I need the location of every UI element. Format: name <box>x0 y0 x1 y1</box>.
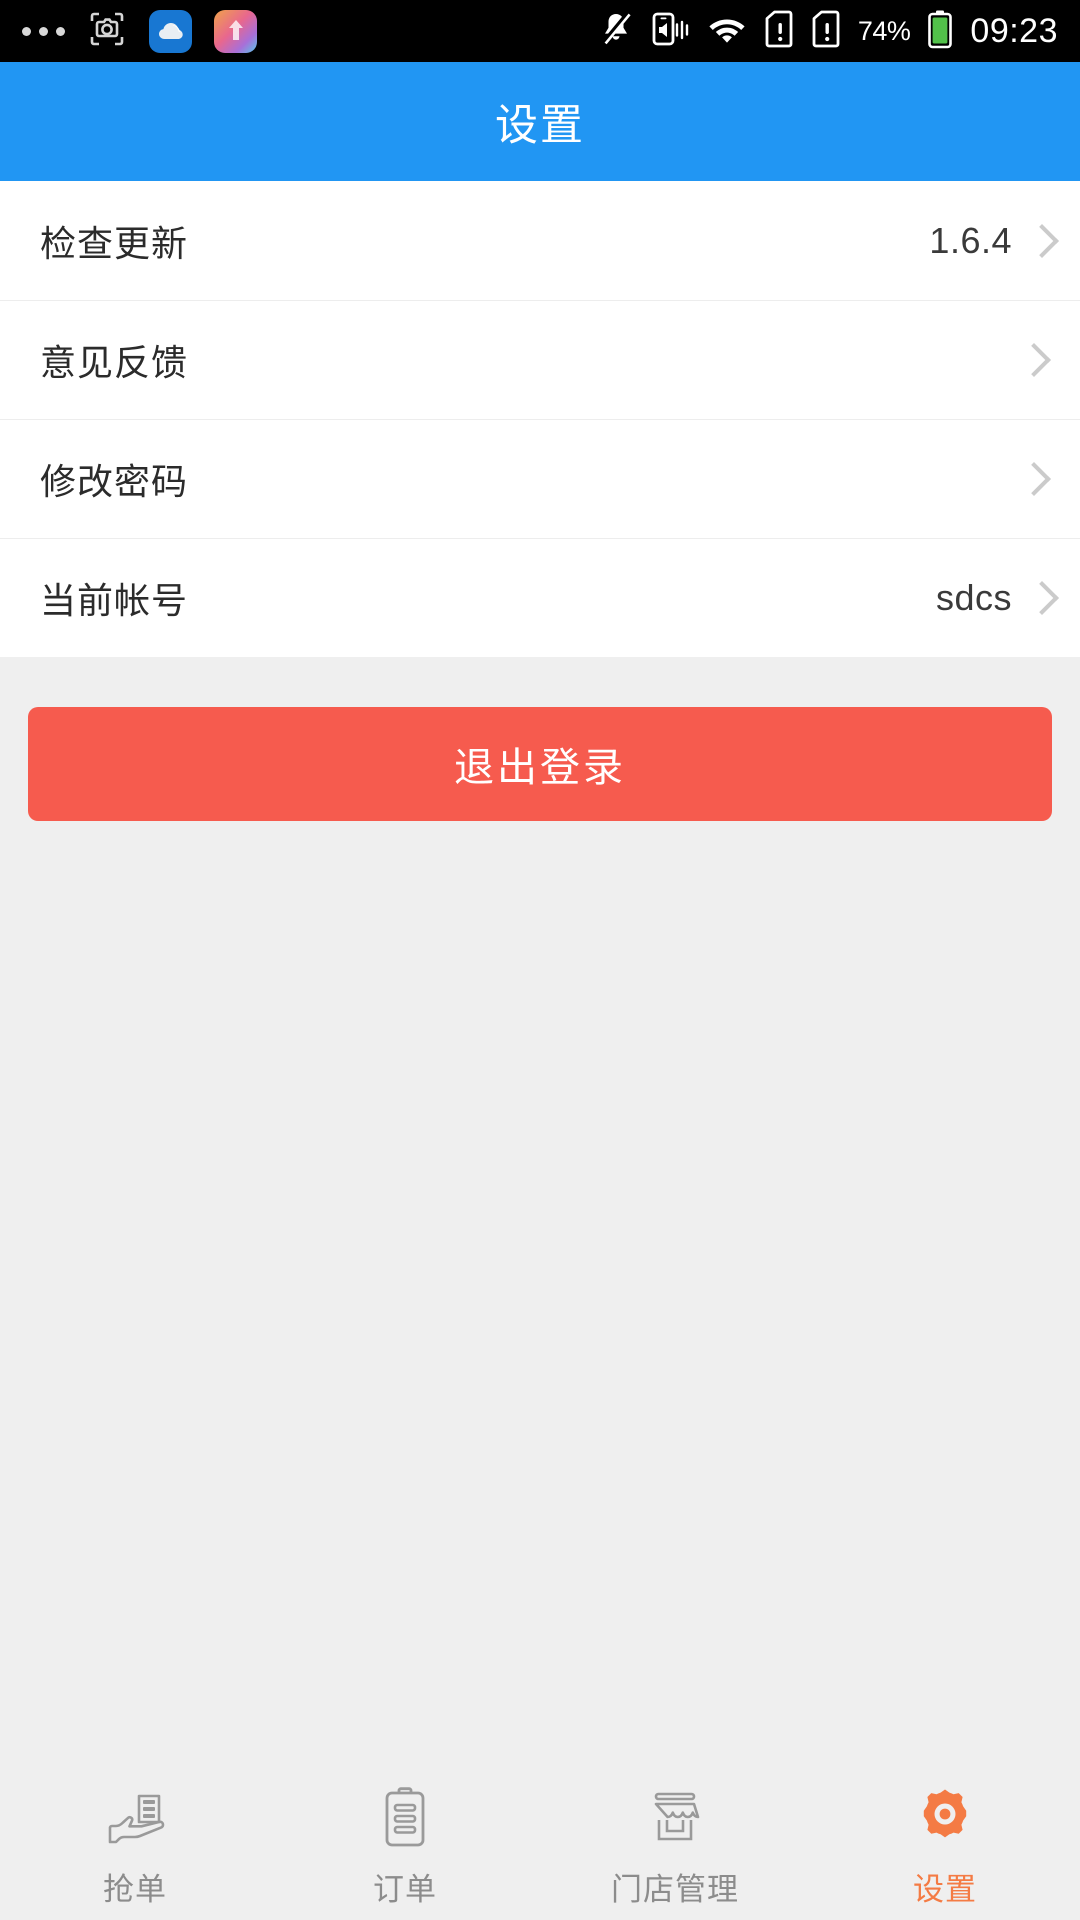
chevron-right-icon <box>1030 580 1050 616</box>
current-account-value: sdcs <box>935 576 1012 618</box>
status-bar-clock: 09:23 <box>970 11 1058 50</box>
chevron-right-icon <box>1030 223 1050 259</box>
sim-card-alert-icon <box>764 10 794 53</box>
logout-button[interactable]: 退出登录 <box>28 707 1052 821</box>
settings-row-right: 1.6.4 <box>929 220 1050 262</box>
settings-list: 检查更新 1.6.4 意见反馈 修改密码 当前帐号 sdcs <box>0 181 1080 657</box>
settings-row-right: sdcs <box>936 577 1050 619</box>
cloud-app-icon <box>149 9 192 53</box>
settings-row-label: 意见反馈 <box>40 341 189 383</box>
phone-vibrate-icon <box>650 10 690 53</box>
tab-grab-order[interactable]: 抢单 <box>0 1782 270 1909</box>
logout-button-label: 退出登录 <box>454 746 626 790</box>
app-version-value: 1.6.4 <box>929 219 1012 261</box>
hand-holding-order-icon <box>99 1782 171 1854</box>
settings-row-check-update[interactable]: 检查更新 1.6.4 <box>0 181 1080 300</box>
tab-store-management[interactable]: 门店管理 <box>540 1782 810 1909</box>
tab-orders[interactable]: 订单 <box>270 1782 540 1909</box>
chevron-right-icon <box>1022 342 1050 378</box>
more-dots-icon <box>22 26 65 36</box>
clipboard-order-icon <box>369 1782 441 1854</box>
settings-row-feedback[interactable]: 意见反馈 <box>0 300 1080 419</box>
status-bar: 74% 09:23 <box>0 0 1080 62</box>
tab-settings[interactable]: 设置 <box>810 1782 1080 1909</box>
gradient-app-icon <box>214 9 257 53</box>
tab-label: 门店管理 <box>611 1872 739 1907</box>
settings-row-label: 当前帐号 <box>40 579 189 621</box>
screenshot-camera-icon <box>87 9 127 54</box>
wifi-icon <box>707 13 747 50</box>
tab-label: 设置 <box>913 1872 977 1907</box>
tab-label: 订单 <box>373 1872 437 1907</box>
logout-area: 退出登录 <box>0 657 1080 821</box>
app-header: 设置 <box>0 62 1080 181</box>
tab-label: 抢单 <box>103 1872 167 1907</box>
page-title: 设置 <box>495 101 585 150</box>
battery-icon <box>927 9 953 54</box>
bell-muted-icon <box>599 10 633 53</box>
sim-card-alert-2-icon <box>811 10 841 53</box>
settings-row-label: 修改密码 <box>40 460 189 502</box>
settings-row-label: 检查更新 <box>40 222 189 264</box>
gear-icon <box>909 1782 981 1854</box>
settings-row-change-password[interactable]: 修改密码 <box>0 419 1080 538</box>
settings-row-right <box>1022 342 1050 378</box>
status-bar-system: 74% 09:23 <box>599 9 1058 54</box>
storefront-icon <box>639 1782 711 1854</box>
chevron-right-icon <box>1022 461 1050 497</box>
status-bar-notifications <box>22 9 257 54</box>
battery-percent-label: 74% <box>857 15 911 46</box>
settings-row-right <box>1022 461 1050 497</box>
bottom-tab-bar: 抢单 订单 门店管理 设置 <box>0 1770 1080 1920</box>
settings-row-current-account[interactable]: 当前帐号 sdcs <box>0 538 1080 657</box>
